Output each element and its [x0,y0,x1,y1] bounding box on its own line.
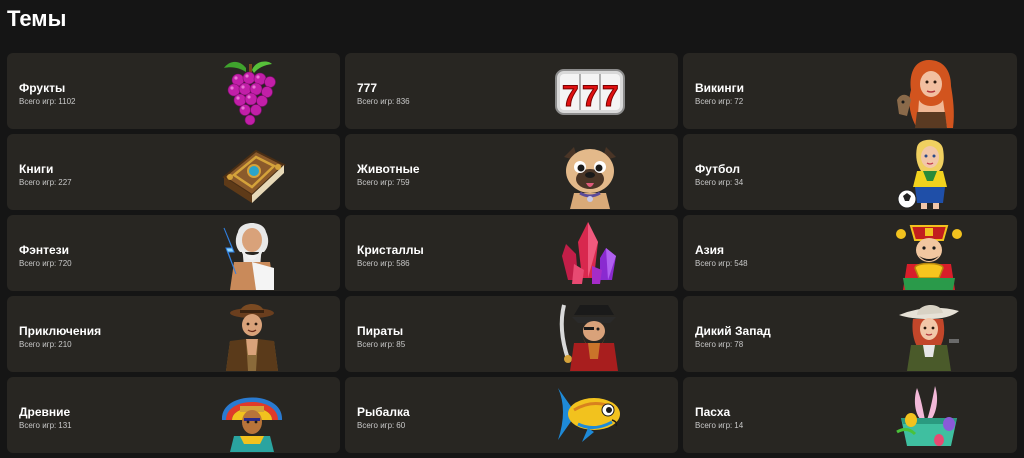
theme-count: Всего игр: 60 [357,421,406,430]
theme-card-vikings[interactable]: Викинги Всего игр: 72 [683,53,1017,129]
theme-count: Всего игр: 759 [357,178,410,187]
pirate-icon [554,299,626,371]
pug-dog-icon [554,137,626,209]
adventurer-icon [216,299,288,371]
theme-count: Всего игр: 586 [357,259,410,268]
theme-card-pirates[interactable]: Пираты Всего игр: 85 [345,296,678,372]
theme-name: Фэнтези [19,243,70,257]
theme-card-ancient[interactable]: Древние Всего игр: 131 [7,377,340,453]
theme-count: Всего игр: 34 [695,178,744,187]
themes-grid: Фрукты Всего игр: 1102 777 Всего игр: 83… [7,53,1017,453]
theme-card-crystals[interactable]: Кристаллы Всего игр: 586 [345,215,678,291]
theme-name: 777 [357,81,378,95]
grapes-icon [216,56,288,128]
theme-name: Книги [19,162,54,176]
theme-card-fishing[interactable]: Рыбалка Всего игр: 60 [345,377,678,453]
svg-text:7: 7 [602,80,619,113]
page-title: Темы [7,6,67,31]
theme-count: Всего игр: 548 [695,259,748,268]
theme-count: Всего игр: 78 [695,340,744,349]
theme-count: Всего игр: 85 [357,340,406,349]
theme-count: Всего игр: 72 [695,97,744,106]
theme-count: Всего игр: 836 [357,97,410,106]
theme-card-asia[interactable]: Азия Всего игр: 548 [683,215,1017,291]
svg-text:7: 7 [582,80,599,113]
svg-text:7: 7 [562,80,579,113]
theme-name: Рыбалка [357,405,410,419]
theme-name: Пасха [695,405,731,419]
theme-count: Всего игр: 720 [19,259,72,268]
theme-count: Всего игр: 210 [19,340,72,349]
theme-name: Пираты [357,324,404,338]
book-icon [216,137,288,209]
theme-name: Животные [357,162,420,176]
theme-card-777[interactable]: 777 Всего игр: 836 777 [345,53,678,129]
zeus-icon [216,218,288,290]
easter-basket-icon [893,380,965,452]
asian-fortune-god-icon [893,218,965,290]
crystals-icon [554,218,626,290]
theme-card-books[interactable]: Книги Всего игр: 227 [7,134,340,210]
fish-icon [554,380,626,452]
theme-card-football[interactable]: Футбол Всего игр: 34 [683,134,1017,210]
theme-card-animals[interactable]: Животные Всего игр: 759 [345,134,678,210]
theme-name: Кристаллы [357,243,424,257]
football-girl-icon [893,137,965,209]
theme-card-fruits[interactable]: Фрукты Всего игр: 1102 [7,53,340,129]
slot-777-icon: 777 [554,56,626,128]
theme-name: Дикий Запад [695,324,771,338]
theme-name: Приключения [19,324,102,338]
theme-count: Всего игр: 131 [19,421,72,430]
theme-name: Азия [695,243,725,257]
theme-name: Футбол [695,162,741,176]
theme-card-adventures[interactable]: Приключения Всего игр: 210 [7,296,340,372]
theme-name: Фрукты [19,81,66,95]
theme-count: Всего игр: 227 [19,178,72,187]
theme-count: Всего игр: 1102 [19,97,76,106]
theme-count: Всего игр: 14 [695,421,744,430]
theme-card-wild-west[interactable]: Дикий Запад Всего игр: 78 [683,296,1017,372]
theme-name: Древние [19,405,71,419]
aztec-warrior-icon [216,380,288,452]
viking-woman-icon [893,56,965,128]
cowgirl-icon [893,299,965,371]
theme-card-fantasy[interactable]: Фэнтези Всего игр: 720 [7,215,340,291]
theme-card-easter[interactable]: Пасха Всего игр: 14 [683,377,1017,453]
theme-name: Викинги [695,81,745,95]
